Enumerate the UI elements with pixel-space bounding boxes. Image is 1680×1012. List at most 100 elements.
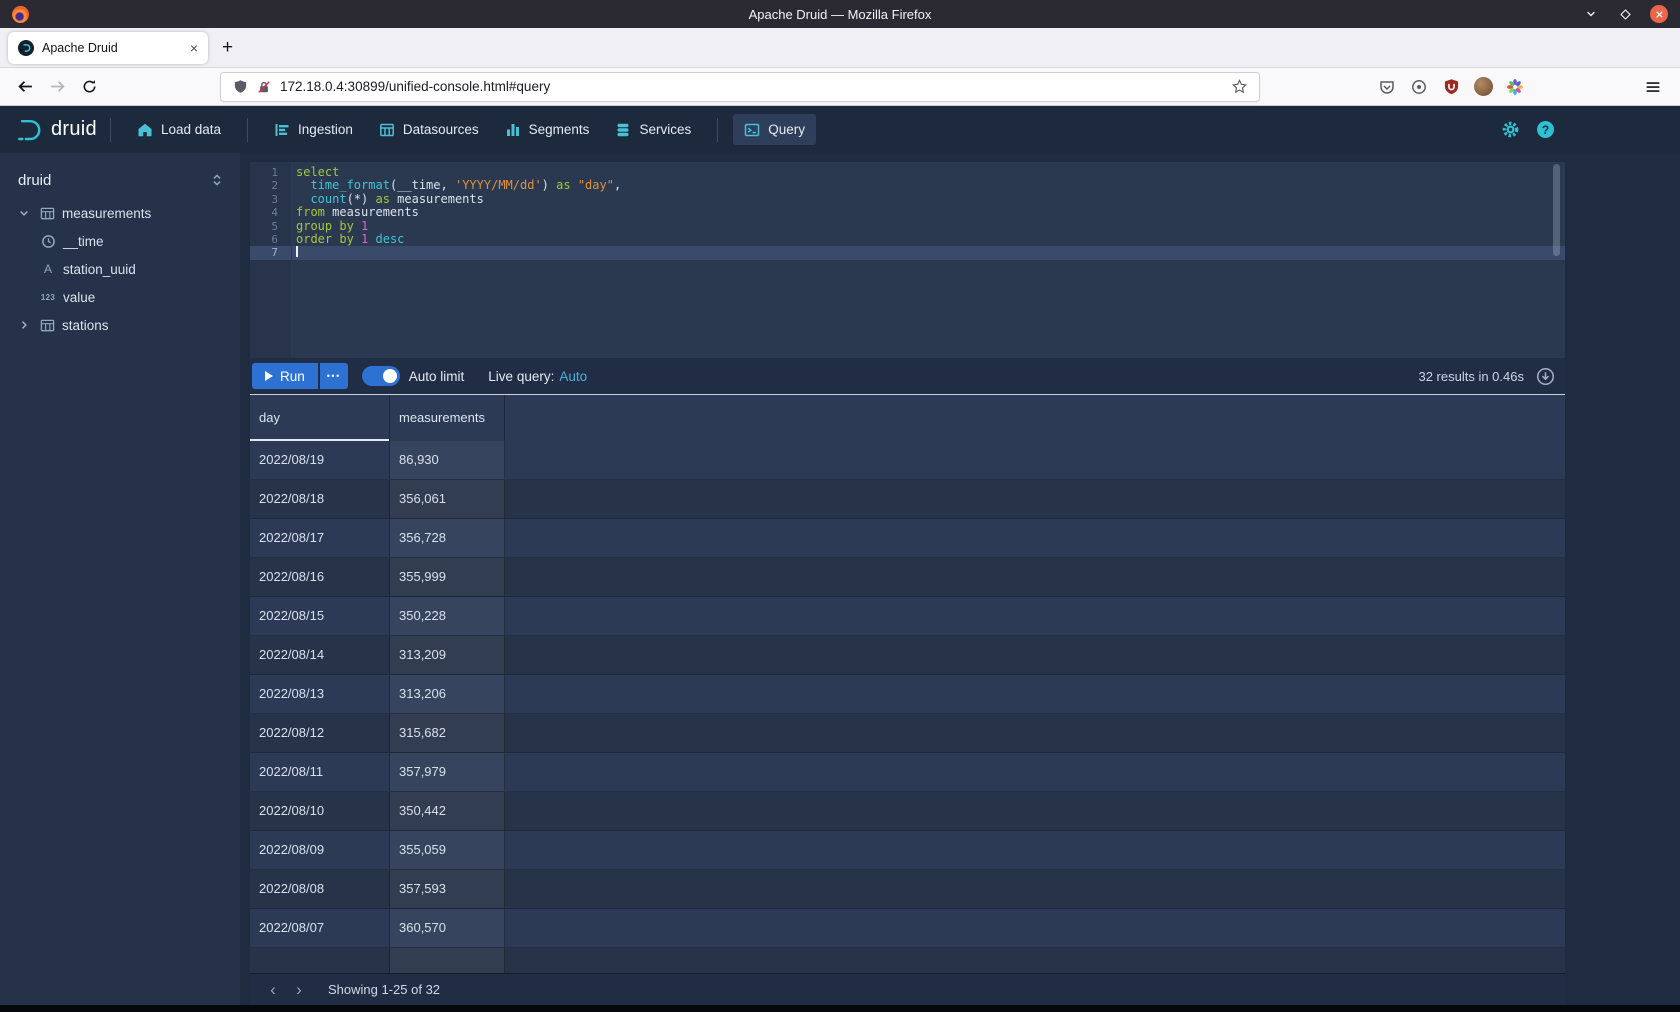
tree-item-measurements[interactable]: measurements bbox=[0, 199, 240, 227]
nav-segments[interactable]: Segments bbox=[494, 114, 601, 145]
help-icon[interactable]: ? bbox=[1537, 121, 1554, 138]
table-row[interactable]: 2022/08/08357,593 bbox=[250, 870, 1565, 909]
insecure-lock-icon[interactable] bbox=[257, 80, 271, 94]
cell-day[interactable]: 2022/08/11 bbox=[250, 753, 390, 791]
table-row[interactable]: 2022/08/10350,442 bbox=[250, 792, 1565, 831]
table-row[interactable]: 2022/08/11357,979 bbox=[250, 753, 1565, 792]
auto-limit-label: Auto limit bbox=[409, 369, 465, 384]
sql-editor[interactable]: 1234567 select time_format(__time, 'YYYY… bbox=[250, 162, 1565, 358]
url-bar[interactable]: 172.18.0.4:30899/unified-console.html#qu… bbox=[220, 72, 1260, 102]
nav-services[interactable]: Services bbox=[604, 114, 702, 145]
ublock-shield-icon[interactable] bbox=[1436, 72, 1466, 102]
cell-day[interactable]: 2022/08/07 bbox=[250, 909, 390, 947]
tracking-shield-icon[interactable] bbox=[233, 79, 248, 94]
new-tab-button[interactable]: + bbox=[222, 38, 233, 57]
cell-day[interactable]: 2022/08/16 bbox=[250, 558, 390, 596]
tree-item-station-uuid[interactable]: A station_uuid bbox=[0, 255, 240, 283]
editor-code[interactable]: select time_format(__time, 'YYYY/MM/dd')… bbox=[292, 162, 1565, 358]
cell-measurements[interactable]: 350,228 bbox=[390, 597, 505, 635]
chevron-right-icon[interactable] bbox=[16, 319, 32, 331]
nav-load-data[interactable]: Load data bbox=[126, 114, 232, 145]
cell-day[interactable]: 2022/08/13 bbox=[250, 675, 390, 713]
live-query-value[interactable]: Auto bbox=[559, 369, 587, 384]
nav-ingestion[interactable]: Ingestion bbox=[263, 114, 364, 145]
cell-day[interactable]: 2022/08/10 bbox=[250, 792, 390, 830]
tree-item-label: station_uuid bbox=[63, 262, 136, 277]
table-row[interactable]: 2022/08/15350,228 bbox=[250, 597, 1565, 636]
browser-tab[interactable]: Apache Druid × bbox=[8, 32, 208, 64]
cell-day[interactable]: 2022/08/19 bbox=[250, 441, 390, 479]
tree-item-stations[interactable]: stations bbox=[0, 311, 240, 339]
cell-day[interactable]: 2022/08/12 bbox=[250, 714, 390, 752]
table-row[interactable]: 2022/08/16355,999 bbox=[250, 558, 1565, 597]
table-row[interactable]: 2022/08/13313,206 bbox=[250, 675, 1565, 714]
run-more-button[interactable]: ••• bbox=[320, 363, 348, 389]
prev-page-icon[interactable]: ‹ bbox=[260, 977, 286, 1003]
table-icon bbox=[39, 206, 55, 221]
back-icon[interactable] bbox=[10, 72, 40, 102]
settings-gear-icon[interactable] bbox=[1501, 120, 1520, 139]
extension-pinwheel-icon[interactable] bbox=[1500, 72, 1530, 102]
pocket-icon[interactable] bbox=[1372, 72, 1402, 102]
window-minimize-icon[interactable] bbox=[1582, 5, 1600, 23]
toggle-knob bbox=[383, 369, 397, 383]
forward-icon[interactable] bbox=[42, 72, 72, 102]
cell-measurements[interactable]: 315,682 bbox=[390, 714, 505, 752]
nav-datasources[interactable]: Datasources bbox=[368, 114, 490, 145]
table-row-partial bbox=[250, 948, 1565, 973]
column-header-day[interactable]: day bbox=[250, 395, 390, 441]
extension-icon[interactable] bbox=[1404, 72, 1434, 102]
cell-day[interactable]: 2022/08/08 bbox=[250, 870, 390, 908]
column-label: day bbox=[259, 410, 280, 425]
column-header-measurements[interactable]: measurements bbox=[390, 395, 505, 441]
window-close-icon[interactable] bbox=[1650, 5, 1668, 23]
cell-measurements[interactable]: 350,442 bbox=[390, 792, 505, 830]
cell-measurements[interactable]: 356,728 bbox=[390, 519, 505, 557]
number-type-icon: 123 bbox=[40, 293, 56, 302]
cell-day[interactable]: 2022/08/17 bbox=[250, 519, 390, 557]
table-row[interactable]: 2022/08/17356,728 bbox=[250, 519, 1565, 558]
cell-day[interactable]: 2022/08/15 bbox=[250, 597, 390, 635]
tab-close-icon[interactable]: × bbox=[190, 41, 198, 55]
druid-logo[interactable]: druid bbox=[16, 117, 97, 143]
play-icon bbox=[265, 371, 273, 381]
tree-item-value[interactable]: 123 value bbox=[0, 283, 240, 311]
cell-measurements[interactable]: 357,593 bbox=[390, 870, 505, 908]
cell-measurements[interactable]: 360,570 bbox=[390, 909, 505, 947]
cell-day[interactable]: 2022/08/18 bbox=[250, 480, 390, 518]
reload-icon[interactable] bbox=[74, 72, 104, 102]
window-titlebar: Apache Druid — Mozilla Firefox bbox=[0, 0, 1680, 28]
cell-measurements[interactable]: 313,206 bbox=[390, 675, 505, 713]
cell-measurements[interactable]: 357,979 bbox=[390, 753, 505, 791]
nav-query[interactable]: Query bbox=[733, 114, 816, 145]
cell-day[interactable]: 2022/08/14 bbox=[250, 636, 390, 674]
table-row[interactable]: 2022/08/18356,061 bbox=[250, 480, 1565, 519]
cell-measurements[interactable]: 356,061 bbox=[390, 480, 505, 518]
menu-hamburger-icon[interactable] bbox=[1638, 72, 1668, 102]
line-number: 6 bbox=[250, 233, 291, 246]
sort-columns-icon[interactable] bbox=[210, 173, 224, 187]
auto-limit-toggle[interactable] bbox=[362, 366, 400, 386]
next-page-icon[interactable]: › bbox=[286, 977, 312, 1003]
bookmark-star-icon[interactable] bbox=[1232, 79, 1247, 94]
window-controls bbox=[1582, 5, 1668, 23]
table-row[interactable]: 2022/08/07360,570 bbox=[250, 909, 1565, 948]
tree-item-time[interactable]: __time bbox=[0, 227, 240, 255]
table-row[interactable]: 2022/08/1986,930 bbox=[250, 441, 1565, 480]
url-text[interactable]: 172.18.0.4:30899/unified-console.html#qu… bbox=[280, 79, 1223, 94]
cell-measurements[interactable]: 355,059 bbox=[390, 831, 505, 869]
cell-measurements[interactable]: 313,209 bbox=[390, 636, 505, 674]
profile-avatar[interactable] bbox=[1468, 72, 1498, 102]
table-row[interactable]: 2022/08/12315,682 bbox=[250, 714, 1565, 753]
cell-measurements[interactable]: 355,999 bbox=[390, 558, 505, 596]
live-query-label: Live query: bbox=[488, 369, 554, 384]
table-row[interactable]: 2022/08/09355,059 bbox=[250, 831, 1565, 870]
download-icon[interactable] bbox=[1536, 367, 1555, 386]
cell-day[interactable]: 2022/08/09 bbox=[250, 831, 390, 869]
run-button[interactable]: Run bbox=[252, 363, 318, 389]
table-row[interactable]: 2022/08/14313,209 bbox=[250, 636, 1565, 675]
window-maximize-icon[interactable] bbox=[1616, 5, 1634, 23]
editor-scrollbar[interactable] bbox=[1553, 164, 1560, 256]
cell-measurements[interactable]: 86,930 bbox=[390, 441, 505, 479]
chevron-down-icon[interactable] bbox=[16, 207, 32, 219]
